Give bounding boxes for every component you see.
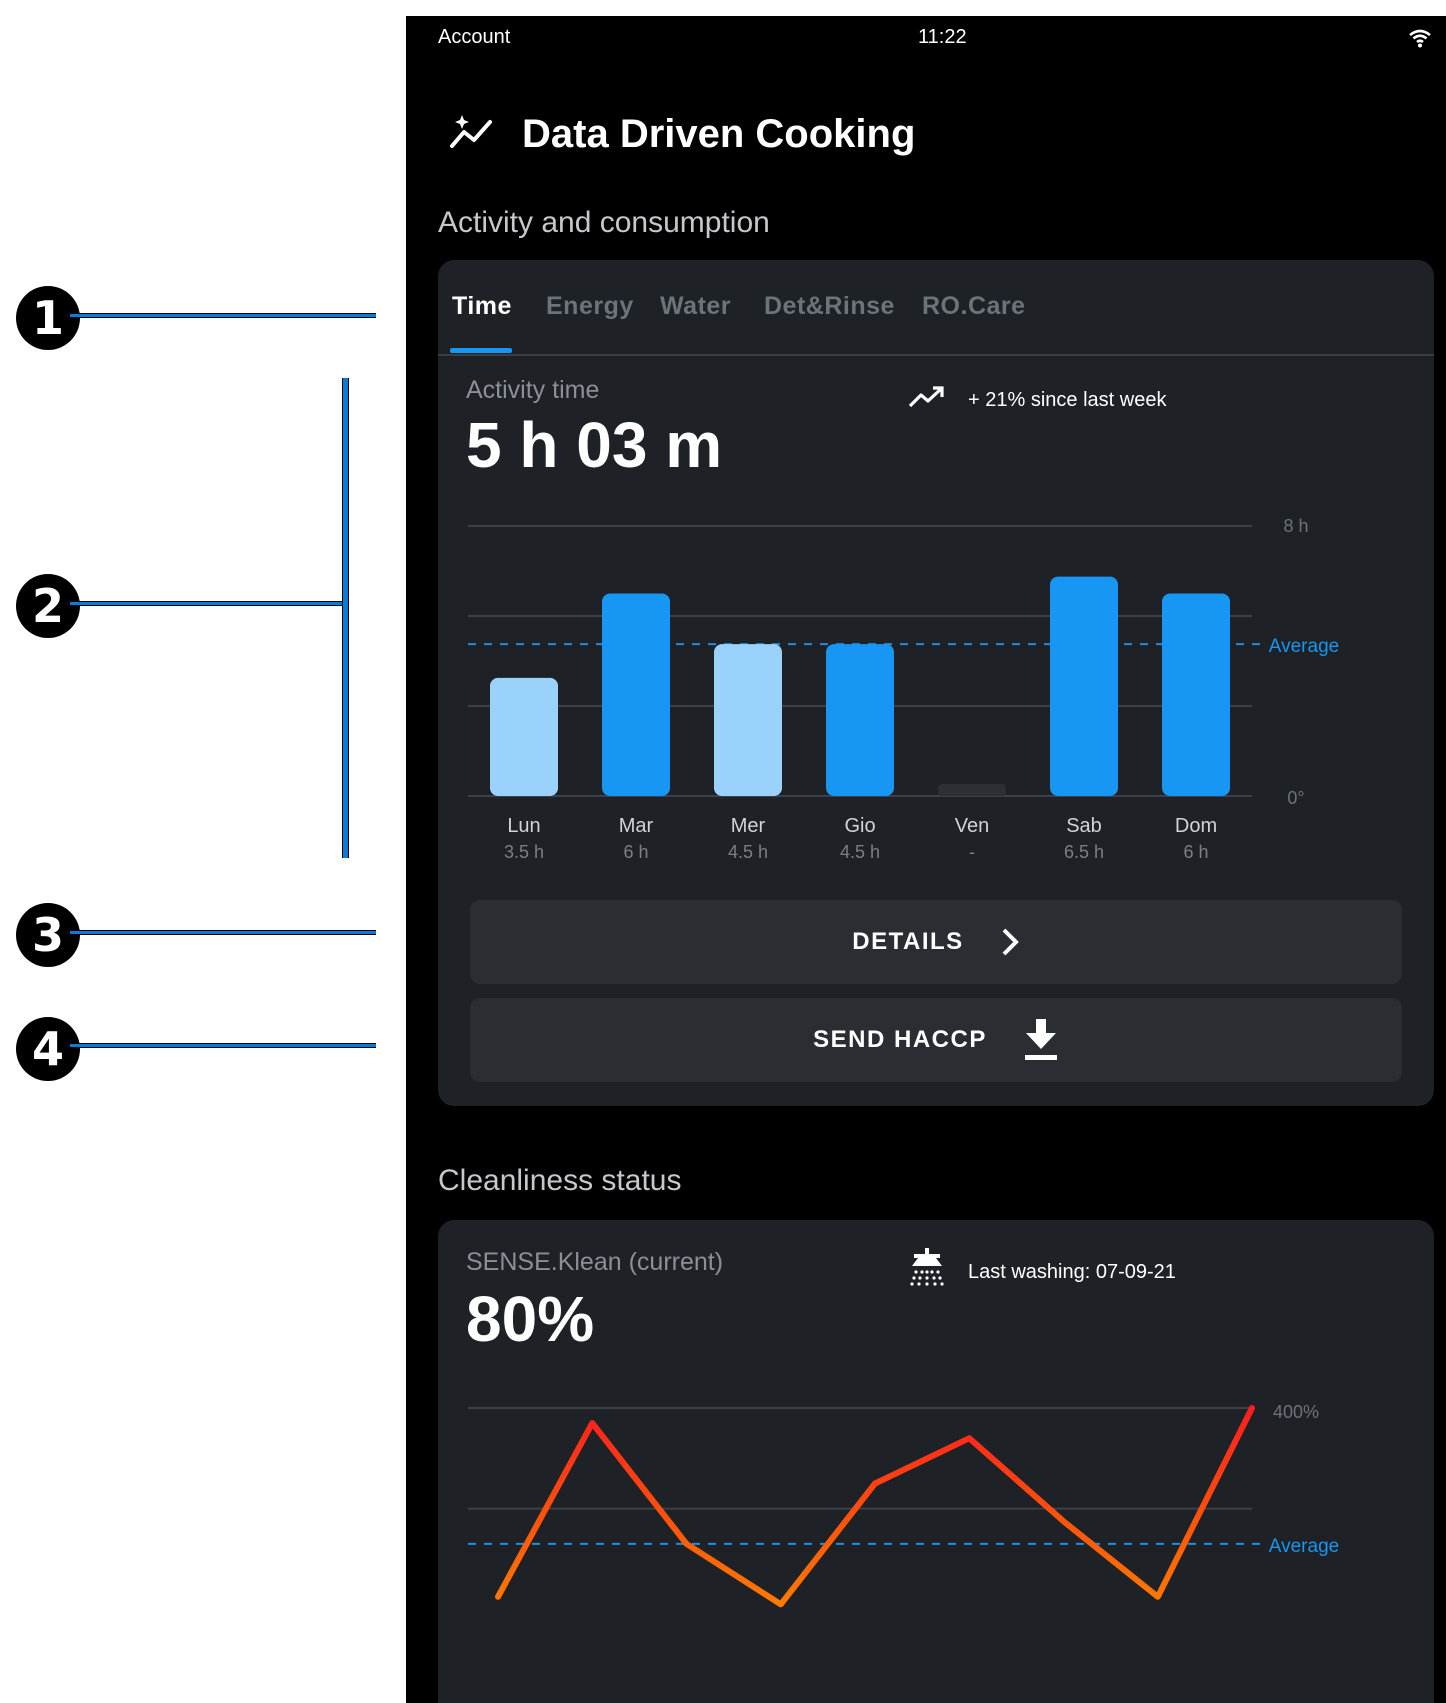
app-header: Data Driven Cooking [448,104,915,164]
average-label: Average [1269,1536,1339,1557]
callout-3-line [70,930,376,935]
bar-value-label: 3.5 h [504,842,544,862]
bar-mer [714,644,782,796]
bar-lun [490,677,558,796]
tab-ro-care[interactable]: RO.Care [922,292,1026,321]
analytics-sparkle-icon [448,112,496,157]
y-tick-label-top: 400% [1273,1402,1319,1422]
x-tick-label: Gio [844,815,875,837]
bar-dom [1162,593,1230,796]
bar-value-label: - [969,842,975,862]
y-tick-label-bottom: 0° [1287,788,1304,808]
activity-card: Time Energy Water Det&Rinse RO.Care Acti… [438,260,1434,1106]
tab-det-rinse[interactable]: Det&Rinse [764,292,895,321]
bar-value-label: 6 h [623,842,648,862]
shower-wash-icon [908,1248,946,1296]
status-bar: Account 11:22 [438,26,1432,56]
bar-value-label: 6.5 h [1064,842,1104,862]
app-title: Data Driven Cooking [522,111,916,156]
x-tick-label: Dom [1175,815,1217,837]
app-screen: Account 11:22 Data Driven Cooking Activi… [406,16,1446,1703]
send-haccp-label: SEND HACCP [813,1026,987,1053]
activity-bar-chart: 8 h 0° Average Lun 3.5 h Mar 6 h Mer 4.5 h Gio 4.5… [468,516,1339,862]
callout-2-line [70,601,348,606]
activity-section-label: Activity and consumption [438,206,770,239]
callout-annotations: 1 2 3 4 [0,0,410,1703]
callout-2-badge: 2 [16,574,80,638]
bar-mar [602,593,670,796]
average-label: Average [1269,636,1339,657]
activity-time-label: Activity time [466,376,600,404]
chevron-right-icon [1000,927,1020,957]
bar-value-label: 6 h [1183,842,1208,862]
cleanliness-section-label: Cleanliness status [438,1164,682,1197]
callout-1-badge: 1 [16,286,80,350]
cleanliness-series-line [495,1405,1255,1608]
callout-3-badge: 3 [16,903,80,967]
active-tab-indicator [450,348,512,353]
tab-energy[interactable]: Energy [546,292,634,321]
last-washing-text: Last washing: 07-09-21 [968,1260,1176,1283]
bar-ven [938,784,1006,796]
activity-time-value: 5 h 03 m [466,409,723,481]
tab-time[interactable]: Time [452,292,512,321]
status-account[interactable]: Account [438,26,510,49]
bar-value-label: 4.5 h [840,842,880,862]
sense-klean-label: SENSE.Klean (current) [466,1248,724,1276]
last-washing-info: Last washing: 07-09-21 [908,1248,1176,1296]
cleanliness-card: SENSE.Klean (current) 80% Last washing: … [438,1220,1434,1703]
callout-1-line [70,313,376,318]
bar-value-label: 4.5 h [728,842,768,862]
callout-4-line [70,1043,376,1048]
sense-klean-value: 80% [466,1283,595,1355]
trending-up-icon [908,384,946,416]
details-button[interactable]: DETAILS [470,900,1402,984]
metric-tabs: Time Energy Water Det&Rinse RO.Care [438,260,1434,356]
trend-indicator: + 21% since last week [908,384,1166,416]
x-tick-label: Sab [1066,815,1102,837]
x-tick-label: Lun [507,815,540,837]
details-label: DETAILS [852,928,964,955]
download-icon [1023,1019,1059,1061]
trend-text: + 21% since last week [968,388,1167,411]
send-haccp-button[interactable]: SEND HACCP [470,998,1402,1082]
callout-4-badge: 4 [16,1017,80,1081]
status-time: 11:22 [918,26,967,48]
wifi-icon [1408,28,1432,54]
bar-sab [1050,576,1118,796]
callout-2-bracket [342,378,349,858]
x-tick-label: Mar [619,815,654,837]
y-tick-label-top: 8 h [1283,516,1308,536]
bar-gio [826,644,894,796]
tab-water[interactable]: Water [660,292,731,321]
x-tick-label: Mer [731,815,766,837]
x-tick-label: Ven [955,815,989,837]
cleanliness-line-chart: 400% Average [468,1402,1339,1608]
